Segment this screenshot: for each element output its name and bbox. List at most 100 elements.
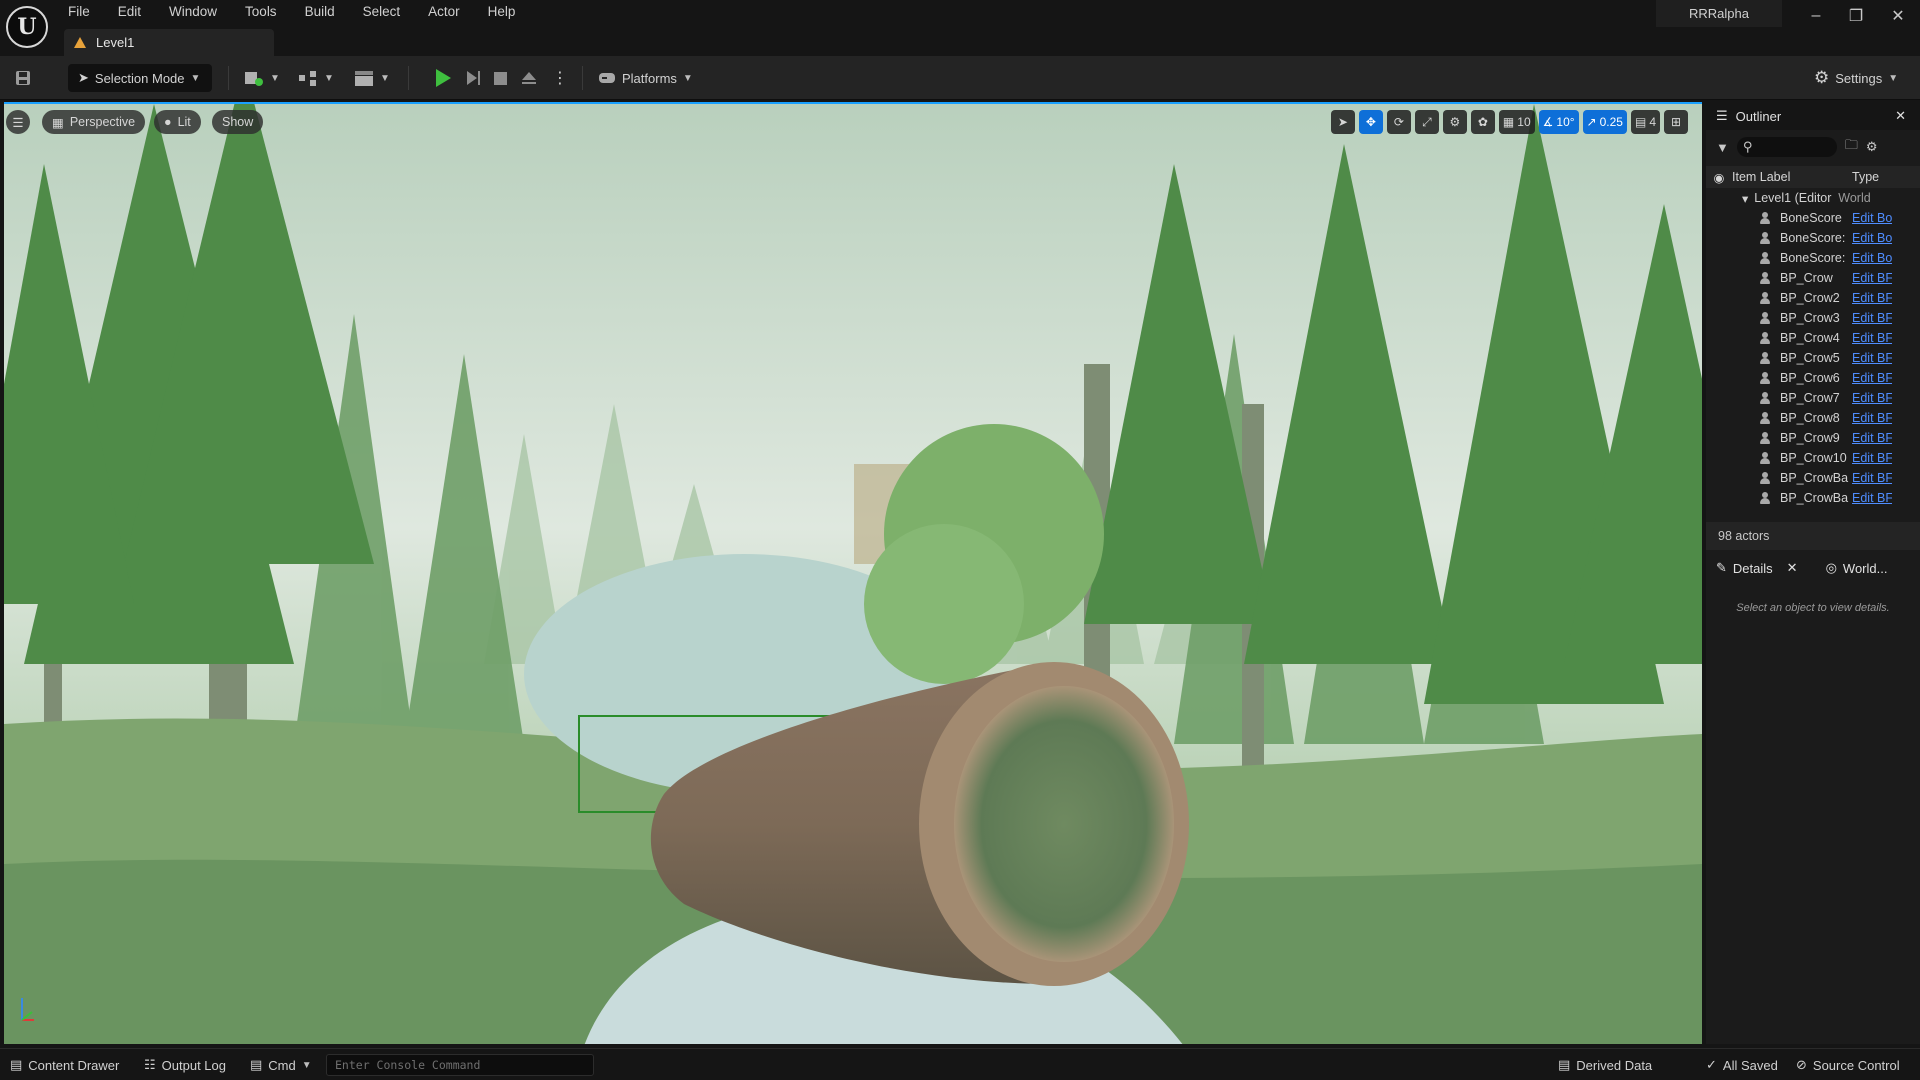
cinematics-button[interactable]: ▼ (354, 64, 390, 92)
outliner-row[interactable]: BP_Crow8 Edit BF (1706, 408, 1920, 428)
outliner-row-label: BP_Crow (1780, 271, 1833, 285)
console-command-input[interactable]: Enter Console Command (326, 1054, 594, 1076)
outliner-row[interactable]: BoneScore Edit Bo (1706, 208, 1920, 228)
outliner-row[interactable]: BP_CrowBa Edit BF (1706, 488, 1920, 508)
outliner-row-type-link[interactable]: Edit BF (1852, 411, 1892, 425)
minimize-icon[interactable]: – (1794, 0, 1838, 32)
save-icon[interactable] (14, 64, 32, 92)
item-label-header[interactable]: Item Label (1732, 170, 1852, 184)
content-drawer-button[interactable]: ▤ Content Drawer (10, 1049, 119, 1080)
translate-tool-icon[interactable]: ✥ (1358, 110, 1383, 134)
outliner-row[interactable]: BP_Crow4 Edit BF (1706, 328, 1920, 348)
play-icon (436, 69, 451, 87)
outliner-row-type-link[interactable]: Edit Bo (1852, 251, 1892, 265)
source-control-button[interactable]: ⊘ Source Control (1796, 1049, 1900, 1080)
outliner-row-type-link[interactable]: Edit Bo (1852, 211, 1892, 225)
outliner-row-type-link[interactable]: Edit BF (1852, 351, 1892, 365)
rotate-tool-icon[interactable]: ⟳ (1386, 110, 1411, 134)
menu-build[interactable]: Build (291, 0, 349, 24)
close-tab-icon[interactable]: ✕ (1895, 108, 1906, 124)
filter-icon[interactable]: ▼ (1716, 140, 1729, 155)
outliner-row-type-link[interactable]: Edit BF (1852, 311, 1892, 325)
restore-icon[interactable]: ❐ (1834, 0, 1878, 32)
scale-tool-icon[interactable]: ⤢ (1414, 110, 1439, 134)
outliner-row-type-link[interactable]: Edit BF (1852, 331, 1892, 345)
grid-snap-toggle[interactable]: ▦ 10 (1498, 110, 1535, 134)
outliner-row-type-link[interactable]: Edit BF (1852, 371, 1892, 385)
chevron-down-icon: ▼ (190, 72, 201, 84)
view-mode-dropdown[interactable]: ● Lit (154, 110, 201, 134)
level-tab[interactable]: Level1 (64, 29, 274, 56)
selection-mode-dropdown[interactable]: ➤ Selection Mode ▼ (68, 64, 212, 92)
outliner-tab[interactable]: ☰ Outliner ✕ (1706, 102, 1920, 130)
outliner-row-type-link[interactable]: Edit BF (1852, 471, 1892, 485)
visibility-icon[interactable]: ◉ (1706, 170, 1732, 185)
select-tool-icon[interactable]: ➤ (1330, 110, 1355, 134)
menu-window[interactable]: Window (155, 0, 231, 24)
menu-select[interactable]: Select (349, 0, 415, 24)
close-icon[interactable]: ✕ (1876, 0, 1920, 32)
outliner-row[interactable]: BoneScore: Edit Bo (1706, 248, 1920, 268)
close-tab-icon[interactable]: ✕ (1787, 560, 1798, 576)
details-tab[interactable]: ✎ Details ✕ (1716, 560, 1798, 576)
outliner-row[interactable]: BP_CrowBa Edit BF (1706, 468, 1920, 488)
outliner-icon: ☰ (1716, 108, 1728, 123)
add-actor-button[interactable]: ▼ (244, 64, 280, 92)
rotation-snap-toggle[interactable]: ∡ 10° (1538, 110, 1579, 134)
details-tab-label: Details (1732, 560, 1773, 576)
cmd-dropdown[interactable]: ▤ Cmd ▼ (250, 1049, 312, 1080)
eject-button[interactable] (520, 64, 538, 92)
outliner-row[interactable]: BP_Crow9 Edit BF (1706, 428, 1920, 448)
outliner-row-type-link[interactable]: Edit BF (1852, 491, 1892, 505)
outliner-row[interactable]: BP_Crow3 Edit BF (1706, 308, 1920, 328)
viewport-menu-icon[interactable]: ☰ (6, 110, 30, 134)
expand-triangle-icon[interactable]: ▾ (1742, 191, 1748, 206)
type-header[interactable]: Type (1852, 170, 1879, 184)
advance-frame-button[interactable] (464, 64, 482, 92)
outliner-row[interactable]: BP_Crow2 Edit BF (1706, 288, 1920, 308)
output-log-button[interactable]: ☷ Output Log (144, 1049, 226, 1080)
unreal-logo-icon[interactable]: U (6, 6, 48, 48)
add-folder-icon[interactable]: 🗀 (1845, 136, 1858, 158)
viewport-layout-icon[interactable]: ⊞ (1664, 110, 1688, 134)
outliner-row[interactable]: BP_Crow Edit BF (1706, 268, 1920, 288)
menu-actor[interactable]: Actor (414, 0, 474, 24)
blueprint-button[interactable]: ▼ (298, 64, 334, 92)
play-button[interactable] (436, 64, 451, 92)
scale-snap-toggle[interactable]: ↗ 0.25 (1582, 110, 1627, 134)
surface-snap-icon[interactable]: ✿ (1470, 110, 1495, 134)
outliner-row[interactable]: BP_Crow10 Edit BF (1706, 448, 1920, 468)
play-options-icon[interactable]: ⋮ (552, 64, 568, 92)
outliner-row-type-link[interactable]: Edit BF (1852, 431, 1892, 445)
outliner-row[interactable]: BP_Crow7 Edit BF (1706, 388, 1920, 408)
outliner-row[interactable]: BP_Crow5 Edit BF (1706, 348, 1920, 368)
grid-snap-value: 10 (1517, 115, 1531, 129)
outliner-row-type-link[interactable]: Edit BF (1852, 291, 1892, 305)
derived-data-button[interactable]: ▤ Derived Data (1558, 1049, 1652, 1080)
outliner-row-label: BoneScore (1780, 211, 1842, 225)
menu-tools[interactable]: Tools (231, 0, 291, 24)
camera-speed-button[interactable]: ▤ 4 (1630, 110, 1660, 134)
world-space-icon[interactable]: ⚙ (1442, 110, 1467, 134)
outliner-search-input[interactable]: ⚲ (1736, 137, 1837, 157)
stop-button[interactable] (494, 64, 507, 92)
outliner-row-type-link[interactable]: Edit BF (1852, 391, 1892, 405)
outliner-row[interactable]: BP_Crow6 Edit BF (1706, 368, 1920, 388)
outliner-row-type-link[interactable]: Edit Bo (1852, 231, 1892, 245)
menu-edit[interactable]: Edit (104, 0, 155, 24)
level-viewport[interactable]: ☰ ▦ Perspective ● Lit Show ➤ ✥ ⟳ ⤢ ⚙ ✿ ▦… (4, 102, 1702, 1044)
all-saved-button[interactable]: ✓ All Saved (1706, 1049, 1778, 1080)
show-dropdown[interactable]: Show (212, 110, 264, 134)
perspective-dropdown[interactable]: ▦ Perspective (42, 110, 146, 134)
gear-icon[interactable]: ⚙ (1866, 139, 1878, 155)
menu-help[interactable]: Help (474, 0, 530, 24)
outliner-row-type-link[interactable]: Edit BF (1852, 451, 1892, 465)
drawer-icon: ▤ (10, 1057, 23, 1072)
outliner-root-row[interactable]: ▾ Level1 (Editor World (1706, 188, 1920, 208)
platforms-dropdown[interactable]: Platforms ▼ (598, 64, 693, 92)
outliner-row[interactable]: BoneScore: Edit Bo (1706, 228, 1920, 248)
world-settings-tab[interactable]: ◎ World... (1826, 560, 1888, 576)
outliner-row-type-link[interactable]: Edit BF (1852, 271, 1892, 285)
settings-dropdown[interactable]: ⚙ Settings ▼ (1814, 64, 1898, 92)
menu-file[interactable]: File (60, 0, 104, 24)
